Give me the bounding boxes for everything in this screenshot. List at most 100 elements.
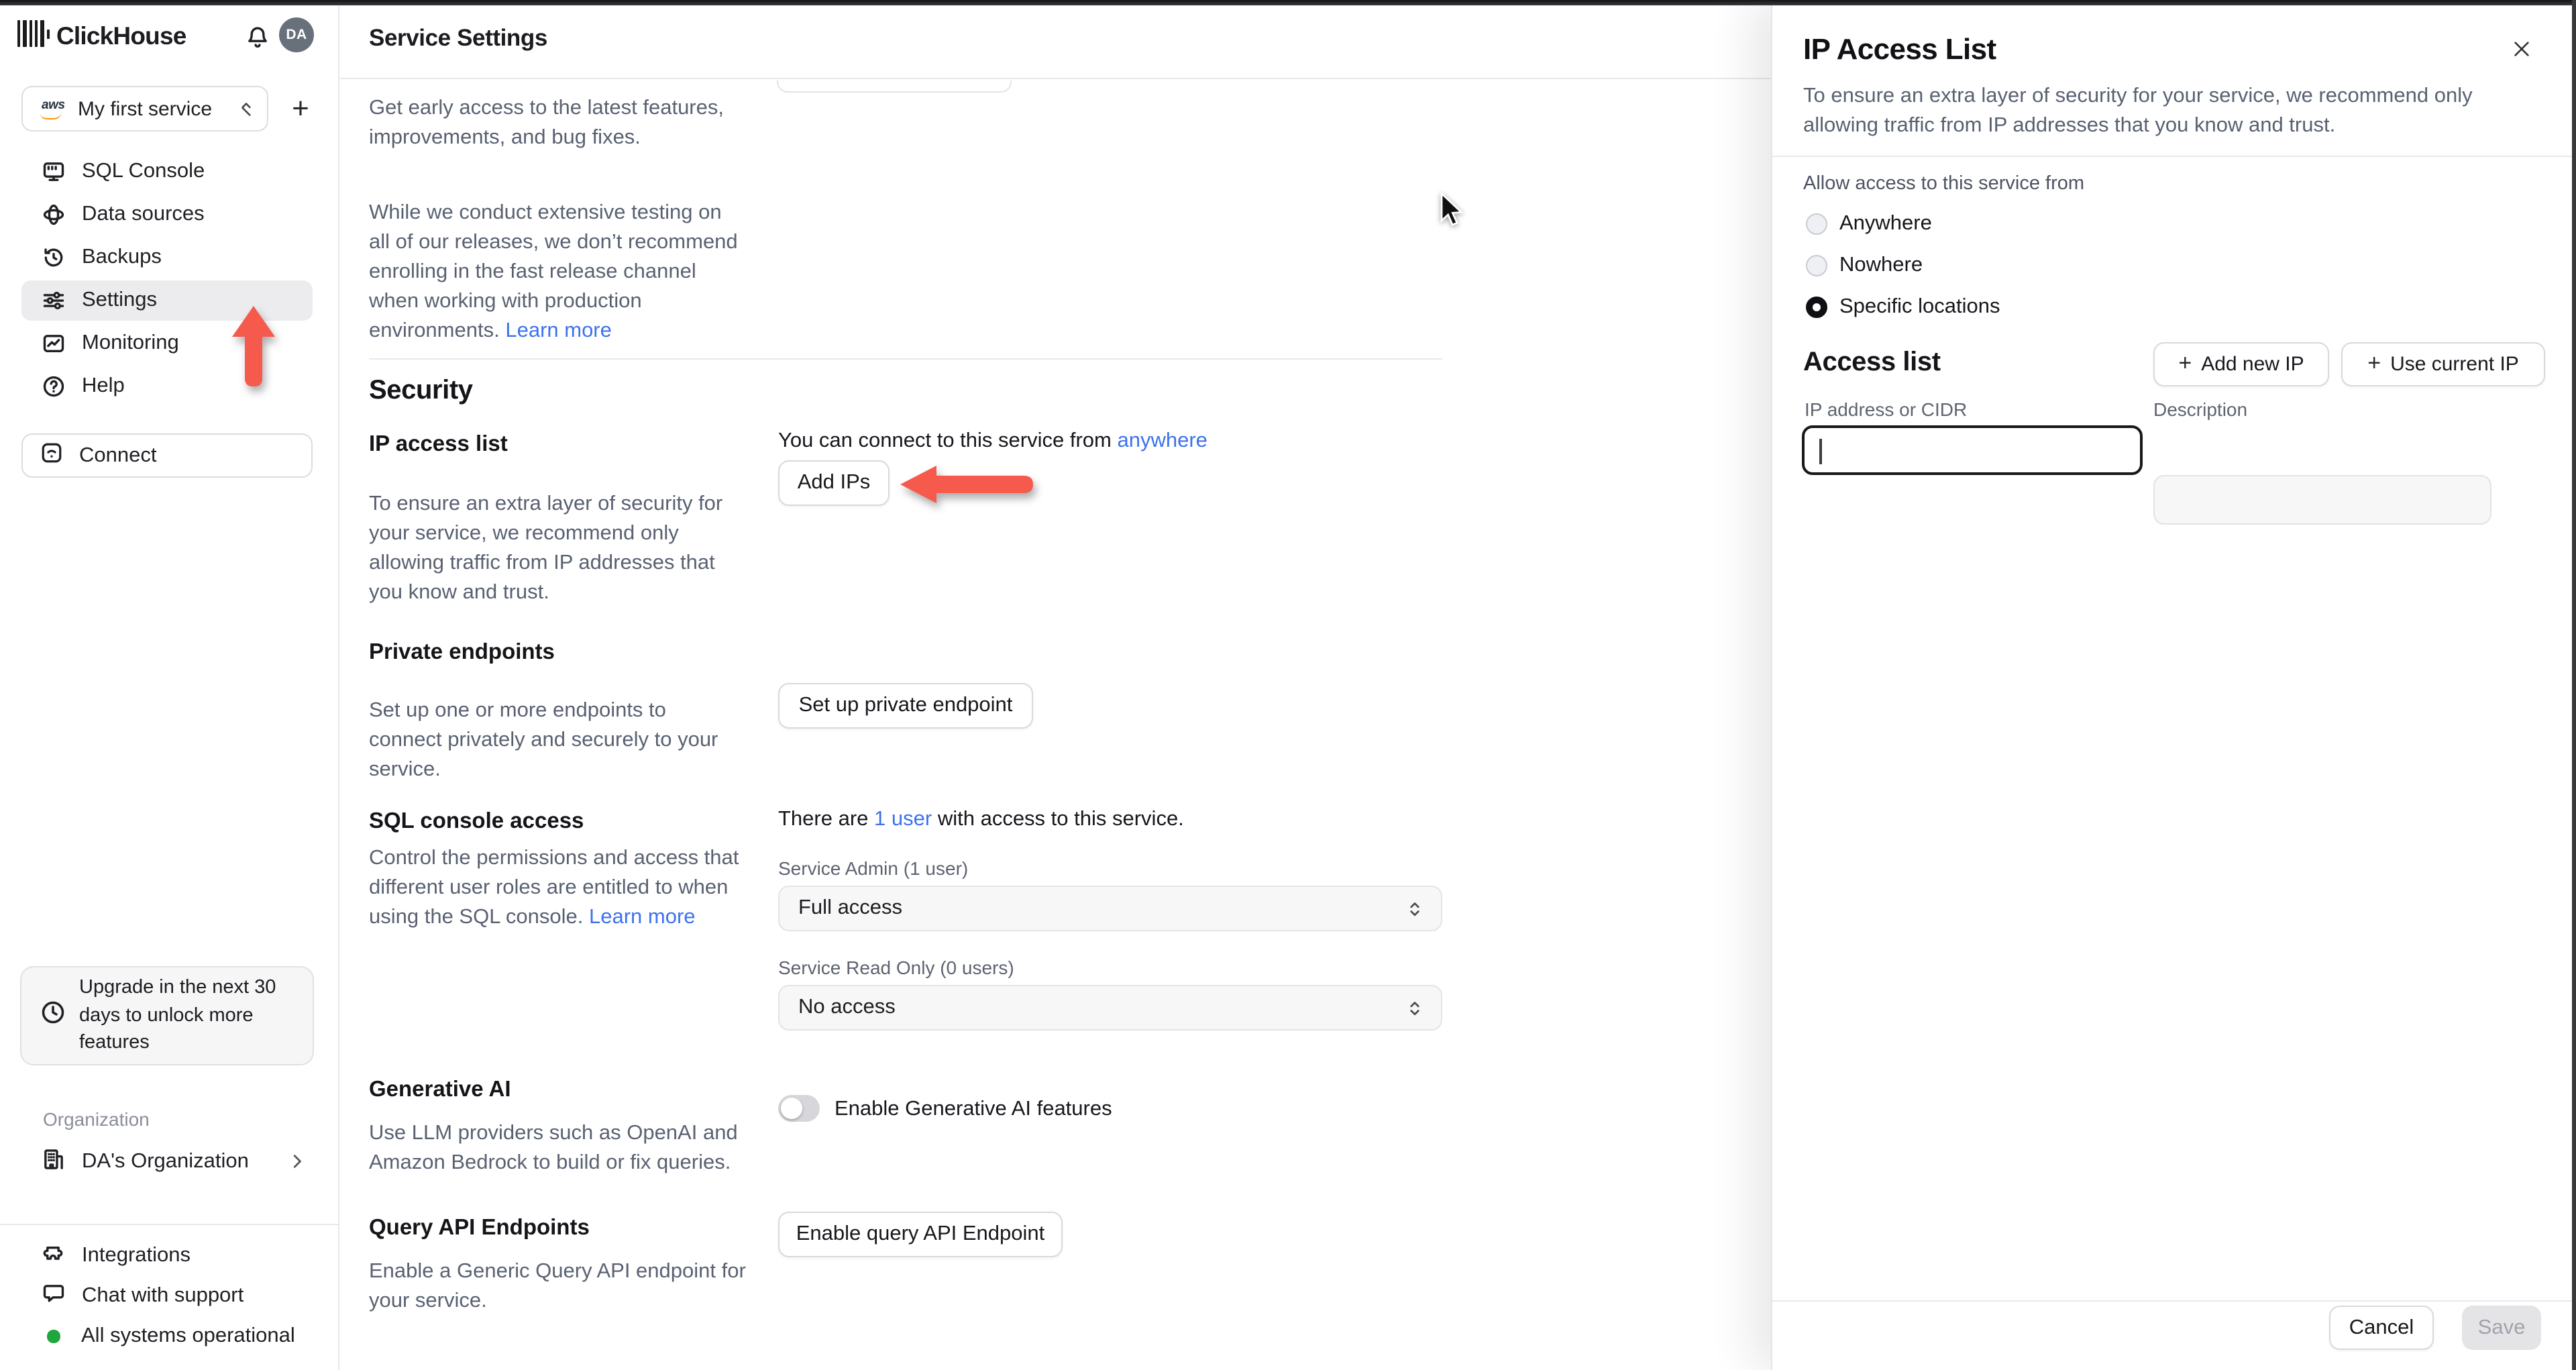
upgrade-notice-text: Upgrade in the next 30 days to unlock mo… — [79, 977, 276, 1054]
annotation-arrow-up — [232, 306, 275, 386]
text-caret — [1819, 439, 1821, 464]
private-endpoints-description: Set up one or more endpoints to connect … — [369, 699, 718, 781]
sidebar-item-integrations[interactable]: Integrations — [21, 1236, 318, 1276]
ip-access-list-heading: IP access list — [369, 432, 508, 456]
backups-history-icon — [42, 246, 66, 270]
panel-title: IP Access List — [1803, 32, 1996, 66]
scrolled-select-remnant — [777, 81, 1012, 93]
ip-access-status: You can connect to this service from any… — [778, 429, 1208, 452]
sidebar-item-organization[interactable]: DA's Organization — [21, 1141, 318, 1183]
one-user-link[interactable]: 1 user — [874, 808, 932, 831]
brand-title: ClickHouse — [56, 21, 186, 50]
access-list-heading: Access list — [1803, 348, 1941, 377]
query-api-description: Enable a Generic Query API endpoint for … — [369, 1260, 746, 1312]
sql-console-users-status: There are 1 user with access to this ser… — [778, 808, 1184, 831]
panel-footer-divider — [1772, 1300, 2576, 1302]
aws-provider-icon: aws — [38, 97, 67, 119]
status-label: All systems operational — [81, 1324, 295, 1347]
monitoring-chart-icon — [42, 331, 66, 356]
sidebar-item-data-sources[interactable]: Data sources — [21, 195, 313, 235]
ip-field-label: IP address or CIDR — [1805, 399, 1968, 420]
description-input[interactable] — [2153, 475, 2491, 525]
learn-more-link-2[interactable]: Learn more — [589, 906, 696, 929]
sidebar-item-backups[interactable]: Backups — [21, 238, 313, 278]
chat-bubble-icon — [42, 1281, 66, 1312]
help-icon — [42, 374, 66, 399]
radio-selected-icon — [1806, 297, 1827, 318]
clickhouse-logo-icon — [17, 20, 50, 47]
service-readonly-label: Service Read Only (0 users) — [778, 957, 1014, 978]
panel-divider — [1772, 156, 2576, 157]
avatar[interactable]: DA — [279, 17, 314, 52]
service-selector-label: My first service — [78, 97, 213, 120]
upgrade-notice[interactable]: Upgrade in the next 30 days to unlock mo… — [20, 966, 314, 1065]
add-service-button[interactable]: + — [282, 89, 319, 129]
connect-button[interactable]: Connect — [21, 433, 313, 478]
organization-section-label: Organization — [43, 1108, 150, 1130]
radio-nowhere[interactable]: Nowhere — [1806, 250, 2208, 282]
ip-access-list-panel: IP Access List To ensure an extra layer … — [1771, 0, 2576, 1370]
cancel-button[interactable]: Cancel — [2329, 1306, 2434, 1350]
integrations-puzzle-icon — [42, 1241, 66, 1271]
fast-release-paragraph-1: Get early access to the latest features,… — [369, 97, 724, 149]
system-status[interactable]: All systems operational — [21, 1316, 318, 1357]
mouse-cursor — [1440, 192, 1464, 227]
status-green-dot-icon — [47, 1330, 60, 1343]
page-header: Service Settings — [339, 0, 1771, 79]
main-content: Service Settings Get early access to the… — [339, 0, 1771, 1370]
ip-access-list-description: To ensure an extra layer of security for… — [369, 492, 723, 604]
sql-console-icon — [42, 160, 66, 184]
query-api-heading: Query API Endpoints — [369, 1216, 590, 1240]
sql-console-access-heading: SQL console access — [369, 809, 584, 833]
page-title: Service Settings — [369, 24, 547, 51]
sql-console-access-description: Control the permissions and access that … — [369, 847, 739, 929]
learn-more-link[interactable]: Learn more — [505, 319, 612, 342]
chevron-updown-icon — [241, 102, 251, 115]
description-field-label: Description — [2153, 399, 2248, 420]
generative-ai-heading: Generative AI — [369, 1077, 511, 1102]
service-admin-select[interactable]: Full access — [778, 886, 1442, 931]
chevron-right-icon — [293, 1155, 301, 1168]
ip-address-input[interactable] — [1802, 425, 2143, 475]
sidebar-nav: SQL Console Data sources Backups Setting… — [0, 152, 339, 409]
add-ips-button[interactable]: Add IPs — [778, 460, 890, 506]
sidebar-item-chat-support[interactable]: Chat with support — [21, 1276, 318, 1316]
enable-query-api-button[interactable]: Enable query API Endpoint — [778, 1212, 1063, 1257]
generative-ai-toggle-label: Enable Generative AI features — [835, 1098, 1112, 1120]
radio-circle-icon — [1806, 213, 1827, 235]
notifications-bell-icon[interactable] — [246, 25, 270, 50]
generative-ai-toggle[interactable] — [778, 1095, 820, 1122]
anywhere-link[interactable]: anywhere — [1117, 429, 1207, 452]
organization-building-icon — [42, 1147, 66, 1177]
settings-sliders-icon — [42, 288, 66, 313]
data-sources-icon — [42, 203, 66, 227]
clock-icon — [40, 1000, 66, 1032]
generative-ai-description: Use LLM providers such as OpenAI and Ama… — [369, 1122, 738, 1174]
organization-name: DA's Organization — [82, 1150, 249, 1173]
radio-anywhere[interactable]: Anywhere — [1806, 208, 2208, 240]
app-window: ClickHouse DA aws My first service + SQL… — [0, 0, 2576, 1370]
connect-icon — [40, 441, 63, 470]
sidebar-divider — [0, 1224, 339, 1225]
sidebar: ClickHouse DA aws My first service + SQL… — [0, 0, 339, 1370]
annotation-arrow-left — [900, 466, 1033, 503]
radio-circle-icon — [1806, 255, 1827, 276]
service-selector[interactable]: aws My first service — [21, 86, 268, 131]
fast-release-paragraph-2: While we conduct extensive testing on al… — [369, 201, 738, 342]
panel-description: To ensure an extra layer of security for… — [1803, 85, 2473, 137]
window-top-edge — [0, 0, 2576, 5]
close-icon[interactable] — [2505, 32, 2537, 64]
private-endpoints-heading: Private endpoints — [369, 640, 555, 664]
sidebar-item-sql-console[interactable]: SQL Console — [21, 152, 313, 192]
section-divider — [369, 358, 1442, 360]
radio-specific-locations[interactable]: Specific locations — [1806, 291, 2208, 323]
save-button[interactable]: Save — [2462, 1306, 2541, 1350]
setup-private-endpoint-button[interactable]: Set up private endpoint — [778, 683, 1033, 729]
add-new-ip-button[interactable]: + Add new IP — [2153, 342, 2329, 386]
chevron-updown-icon — [1410, 1001, 1419, 1015]
service-readonly-select[interactable]: No access — [778, 985, 1442, 1031]
security-heading: Security — [369, 376, 473, 405]
window-scrollbar-edge — [2572, 0, 2576, 1370]
use-current-ip-button[interactable]: + Use current IP — [2341, 342, 2545, 386]
allow-access-label: Allow access to this service from — [1803, 173, 2085, 195]
